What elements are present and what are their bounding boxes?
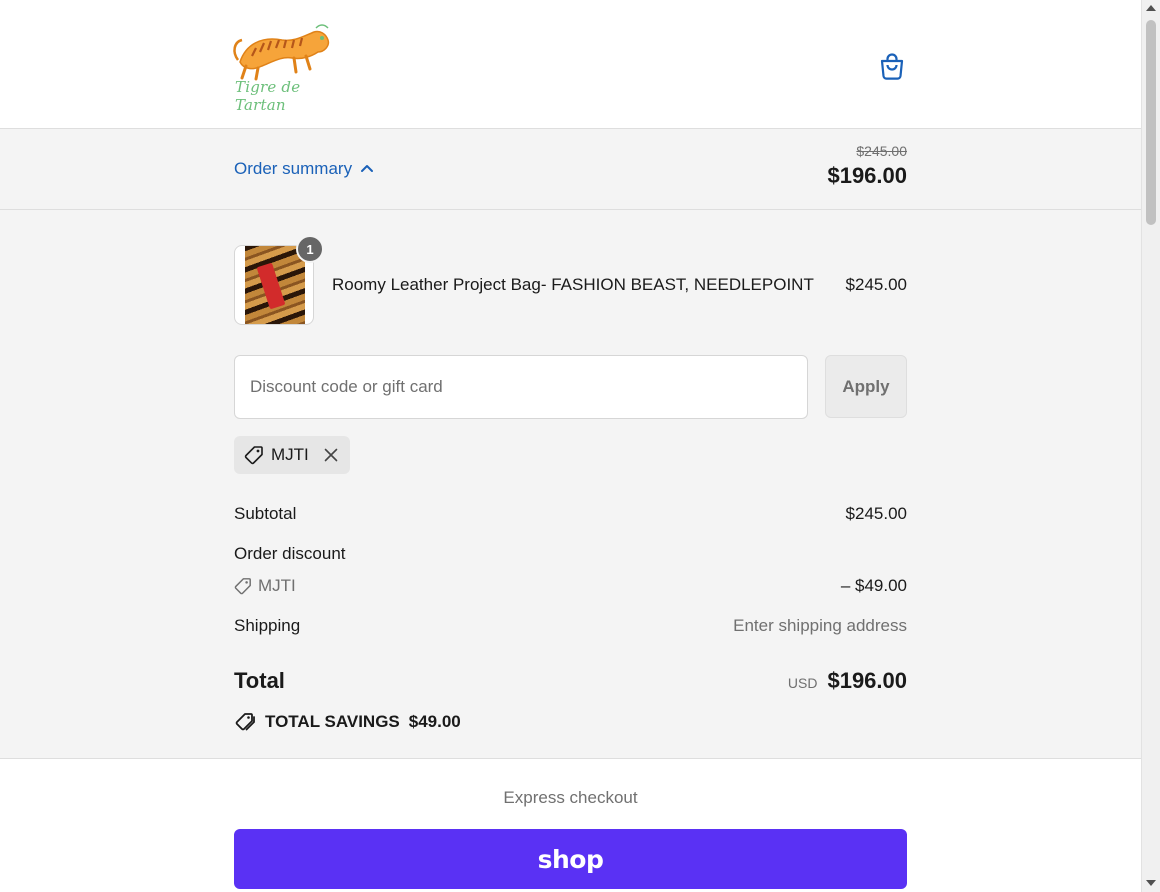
total-amount: $196.00 [827, 668, 907, 693]
logo-text: Tigre de Tartan [235, 78, 301, 114]
close-icon [324, 448, 338, 462]
shipping-label: Shipping [234, 616, 301, 635]
applied-discount-chip: MJTI [234, 436, 350, 474]
store-logo[interactable]: Tigre de Tartan [232, 22, 342, 114]
applied-code-label: MJTI [271, 445, 309, 464]
checkout-page: Tigre de Tartan Order summary $245.00 $1… [0, 0, 1141, 892]
product-name: Roomy Leather Project Bag- FASHION BEAST… [332, 275, 814, 294]
subtotal-label: Subtotal [234, 504, 297, 523]
remove-discount-button[interactable] [324, 448, 338, 462]
order-summary-toggle[interactable]: Order summary [234, 159, 374, 179]
discount-value: – $49.00 [840, 576, 907, 595]
header: Tigre de Tartan [0, 0, 1141, 129]
cart-line-item: 1 Roomy Leather Project Bag- FASHION BEA… [234, 235, 907, 325]
apply-button[interactable]: Apply [825, 355, 907, 418]
order-discount-label: Order discount [234, 544, 346, 563]
total-savings: TOTAL SAVINGS $49.00 [234, 712, 461, 732]
savings-label: TOTAL SAVINGS [265, 712, 400, 731]
original-price: $245.00 [856, 143, 907, 159]
subtotal-value: $245.00 [845, 504, 907, 523]
vertical-scrollbar[interactable] [1141, 0, 1160, 892]
current-price: $196.00 [827, 163, 907, 188]
shipping-value: Enter shipping address [733, 616, 907, 635]
shipping-row: Shipping Enter shipping address [234, 616, 907, 636]
order-summary-panel: 1 Roomy Leather Project Bag- FASHION BEA… [0, 210, 1141, 759]
tiger-logo-icon [233, 24, 330, 81]
shop-pay-button[interactable]: shop [234, 829, 907, 889]
tag-icon [234, 578, 251, 595]
total-value-group: USD $196.00 [788, 668, 907, 694]
order-summary-bar: Order summary $245.00 $196.00 [0, 129, 1141, 210]
total-label: Total [234, 668, 285, 693]
scroll-up-arrow-icon[interactable] [1146, 5, 1156, 11]
discount-code-label: MJTI [258, 576, 296, 595]
tag-icon [244, 446, 263, 465]
shopping-bag-icon [880, 53, 904, 80]
quantity-badge: 1 [296, 235, 324, 263]
savings-value: $49.00 [408, 712, 461, 731]
order-discount-row: Order discount [234, 544, 907, 564]
order-summary-label: Order summary [234, 159, 353, 178]
discount-code-input[interactable] [234, 355, 808, 419]
summary-prices: $245.00 $196.00 [827, 143, 907, 189]
currency-code: USD [787, 675, 818, 691]
scroll-down-arrow-icon[interactable] [1146, 880, 1156, 886]
express-checkout-label: Express checkout [503, 788, 638, 807]
discount-code-row: MJTI – $49.00 [234, 576, 907, 596]
subtotal-row: Subtotal $245.00 [234, 504, 907, 524]
chevron-up-icon [361, 165, 374, 172]
discount-code: MJTI [234, 576, 296, 596]
savings-tag-icon [235, 713, 255, 731]
total-row: Total USD $196.00 [234, 668, 907, 694]
cart-button[interactable] [874, 48, 910, 84]
scrollbar-thumb[interactable] [1146, 20, 1156, 225]
discount-row: Apply [234, 355, 907, 419]
product-price: $245.00 [845, 275, 907, 294]
